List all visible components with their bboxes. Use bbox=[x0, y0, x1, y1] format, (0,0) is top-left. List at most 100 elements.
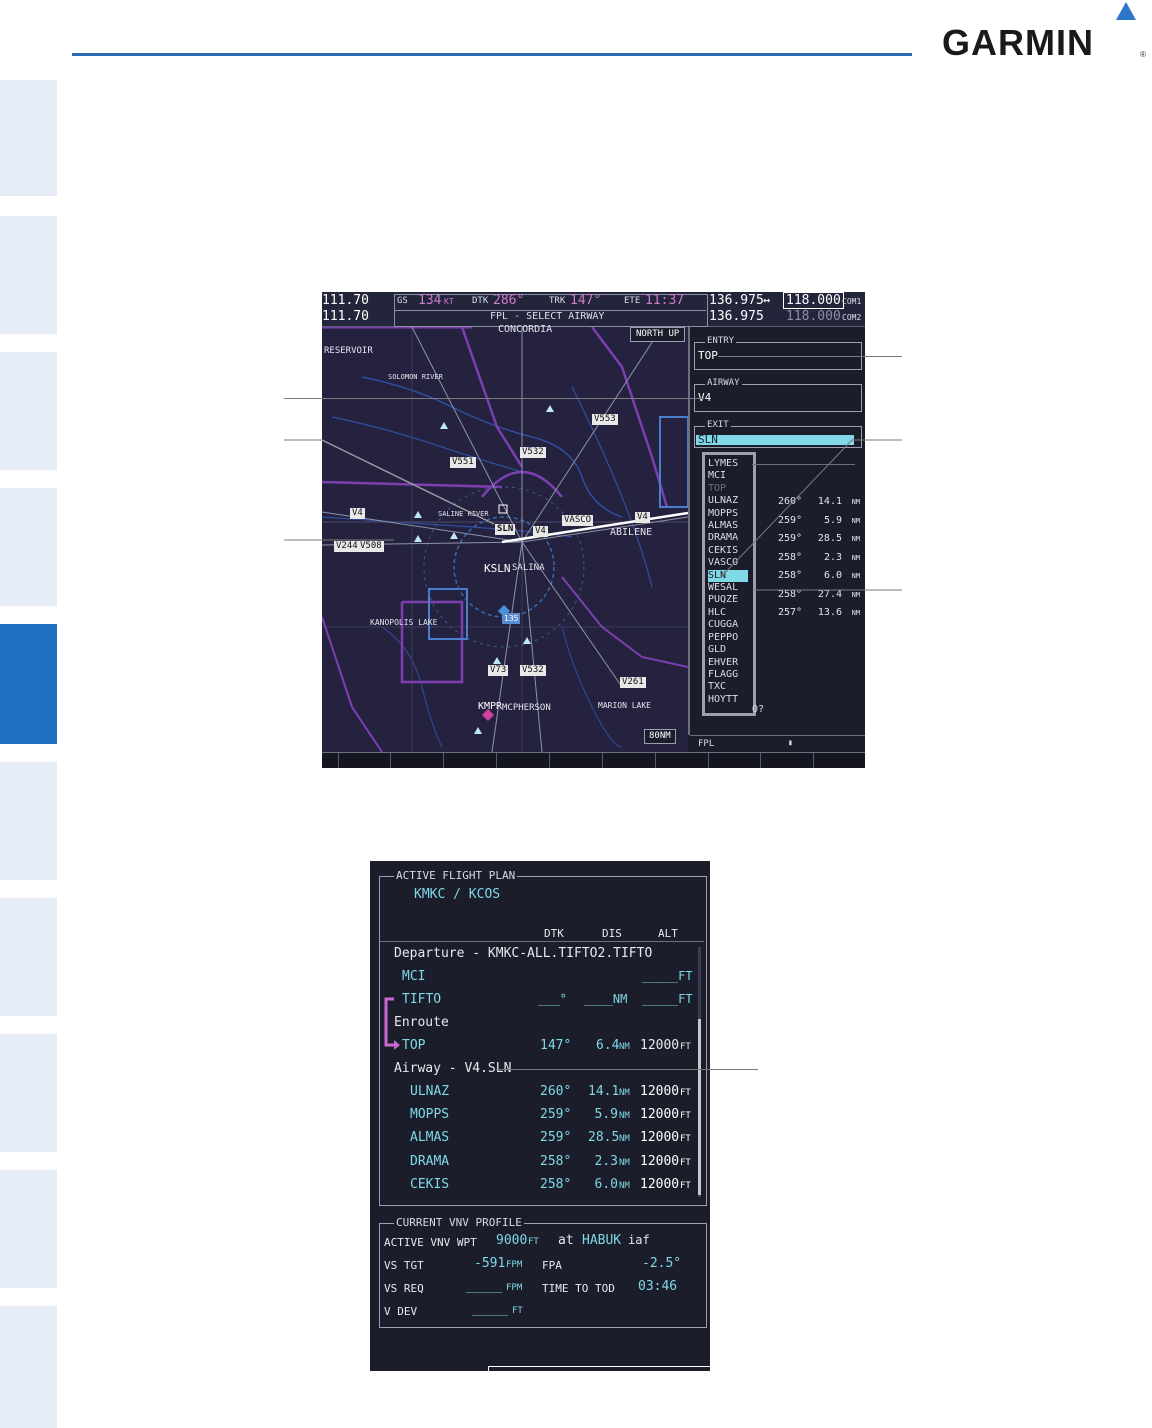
leg-alt-unit: FT bbox=[680, 1157, 691, 1168]
table-row[interactable]: CEKIS 258° 6.0 NM 12000 FT bbox=[370, 1177, 710, 1200]
leg-dtk: 259° bbox=[540, 1107, 572, 1123]
section-tab-1[interactable] bbox=[0, 80, 57, 196]
leg-mci-alt[interactable]: _____FT bbox=[642, 969, 693, 983]
section-tab-10[interactable] bbox=[0, 1306, 57, 1428]
com2-standby[interactable]: 118.000 bbox=[786, 309, 841, 324]
leg-alt: 12000 bbox=[640, 1084, 680, 1099]
ete-label: ETE bbox=[624, 296, 641, 306]
com1-active[interactable]: 136.975 bbox=[709, 293, 764, 308]
trk-value: 147° bbox=[570, 293, 602, 308]
callout-entry bbox=[718, 356, 902, 357]
leg-name: DRAMA bbox=[410, 1153, 450, 1169]
vs-req-unit: FPM bbox=[506, 1283, 523, 1293]
leg-top-name[interactable]: TOP bbox=[402, 1038, 425, 1053]
leg-top-dis: 6.4 bbox=[596, 1038, 620, 1053]
com2-active[interactable]: 136.975 bbox=[709, 309, 764, 324]
vs-tgt-value: -591 bbox=[474, 1256, 506, 1271]
panel-prompt: O? bbox=[752, 704, 765, 715]
flight-plan-route: KMKC / KCOS bbox=[414, 887, 501, 902]
map-range[interactable]: 80NM bbox=[644, 729, 676, 744]
fpl-tab[interactable]: FPL bbox=[698, 739, 714, 749]
time-to-tod-value: 03:46 bbox=[638, 1279, 678, 1294]
map-label-solomon-river: SOLOMON RIVER bbox=[388, 373, 443, 381]
airway-box[interactable] bbox=[694, 384, 862, 412]
fpa-value: -2.5° bbox=[642, 1256, 682, 1271]
leg-tifto-dtk: ___° bbox=[538, 992, 567, 1006]
airway-label: AIRWAY bbox=[705, 378, 742, 388]
nav-freq-2: 111.70 bbox=[322, 309, 369, 324]
com1-standby[interactable]: 118.000 bbox=[783, 292, 844, 309]
leg-alt-unit: FT bbox=[680, 1134, 691, 1145]
exit-list-item[interactable]: PEPPO bbox=[708, 632, 748, 644]
leg-dis-unit: NM bbox=[619, 1111, 630, 1122]
leg-tifto-name[interactable]: TIFTO bbox=[402, 992, 441, 1007]
section-tab-7[interactable] bbox=[0, 898, 57, 1016]
exit-label: EXIT bbox=[705, 420, 731, 430]
table-row[interactable]: ULNAZ 260° 14.1 NM 12000 FT bbox=[370, 1084, 710, 1107]
exit-list-item[interactable]: HOYTT bbox=[708, 694, 748, 706]
entry-value[interactable]: TOP bbox=[698, 349, 718, 362]
swap-arrow-icon[interactable]: ↔ bbox=[763, 293, 770, 307]
ete-value: 11:37 bbox=[645, 293, 685, 308]
leg-dis-unit: NM bbox=[851, 609, 860, 617]
dtk-value: 286° bbox=[493, 293, 525, 308]
leg-dis: 6.0 bbox=[594, 1176, 618, 1192]
map-label-kanopolis-lake: KANOPOLIS LAKE bbox=[370, 618, 438, 627]
header-rule bbox=[72, 53, 912, 56]
exit-list-item[interactable]: EHVER bbox=[708, 657, 748, 669]
leg-dtk: 257° bbox=[778, 607, 803, 618]
leg-top-alt-unit: FT bbox=[680, 1042, 691, 1052]
north-up-indicator[interactable]: NORTH UP bbox=[630, 327, 686, 342]
vnv-profile-label: CURRENT VNV PROFILE bbox=[394, 1216, 524, 1229]
exit-list-item[interactable]: PUQZE bbox=[708, 594, 748, 606]
airport-label-kmpr[interactable]: KMPR bbox=[478, 701, 502, 712]
airway-legs-list[interactable]: ULNAZ 260° 14.1 NM 12000 FT MOPPS 259° 5.9 NM 1200… bbox=[370, 1084, 710, 1200]
leg-top-dis-unit: NM bbox=[619, 1042, 630, 1052]
section-tab-6[interactable] bbox=[0, 762, 57, 880]
leg-top-alt[interactable]: 12000 bbox=[640, 1038, 679, 1053]
leg-mci-name[interactable]: MCI bbox=[402, 969, 425, 984]
fpa-label: FPA bbox=[542, 1259, 562, 1272]
vs-req-label: VS REQ bbox=[384, 1282, 424, 1295]
trk-label: TRK bbox=[549, 296, 566, 306]
leg-alt: 12000 bbox=[640, 1107, 680, 1123]
departure-row[interactable]: Departure - KMKC-ALL.TIFTO2.TIFTO bbox=[394, 946, 652, 961]
table-row[interactable]: ALMAS 259° 28.5 NM 12000 FT bbox=[370, 1130, 710, 1153]
exit-list-item[interactable]: FLAGG bbox=[708, 669, 748, 681]
entry-label: ENTRY bbox=[705, 336, 737, 346]
airway-label-v73: V73 bbox=[488, 665, 509, 676]
section-tab-9[interactable] bbox=[0, 1170, 57, 1288]
section-tab-4[interactable] bbox=[0, 488, 57, 606]
section-tab-3[interactable] bbox=[0, 352, 57, 470]
leg-name: ALMAS bbox=[410, 1130, 450, 1146]
active-vnv-wpt-name: HABUK bbox=[582, 1233, 622, 1248]
leg-dtk: 258° bbox=[540, 1176, 572, 1192]
leg-alt-unit: FT bbox=[680, 1088, 691, 1098]
fpl-scroll-marker: ▮ bbox=[788, 738, 793, 747]
callout-airway bbox=[284, 398, 704, 399]
exit-list-item[interactable]: CUGGA bbox=[708, 619, 748, 631]
exit-list-item[interactable]: TXC bbox=[708, 681, 748, 693]
vs-req-value: _____ bbox=[466, 1279, 503, 1293]
flight-plan-scroll-thumb[interactable] bbox=[698, 1019, 701, 1195]
airway-row[interactable]: Airway - V4.SLN bbox=[394, 1061, 511, 1076]
enroute-row[interactable]: Enroute bbox=[394, 1015, 449, 1030]
section-tab-8[interactable] bbox=[0, 1034, 57, 1152]
active-vnv-wpt-suffix: iaf bbox=[628, 1233, 650, 1247]
table-row[interactable]: DRAMA 258° 2.3 NM 12000 FT bbox=[370, 1154, 710, 1177]
leg-dis-unit: NM bbox=[619, 1157, 630, 1168]
leg-dis-unit: NM bbox=[619, 1180, 630, 1191]
leg-name: CEKIS bbox=[410, 1176, 450, 1192]
leg-dtk: 260° bbox=[540, 1084, 572, 1099]
exit-list-item[interactable]: GLD bbox=[708, 644, 748, 656]
leg-tifto-alt[interactable]: _____FT bbox=[642, 992, 693, 1006]
exit-list-item[interactable]: HLC bbox=[708, 607, 748, 619]
leg-dis-unit: NM bbox=[619, 1134, 630, 1145]
map-label-mcpherson: MCPHERSON bbox=[502, 703, 551, 713]
table-row[interactable]: MOPPS 259° 5.9 NM 12000 FT bbox=[370, 1107, 710, 1130]
com1-label: COM1 bbox=[842, 297, 862, 306]
leg-dtk: 259° bbox=[540, 1130, 572, 1146]
section-tab-flight-management[interactable] bbox=[0, 624, 57, 744]
section-tab-2[interactable] bbox=[0, 216, 57, 334]
header-dis: DIS bbox=[602, 927, 622, 940]
